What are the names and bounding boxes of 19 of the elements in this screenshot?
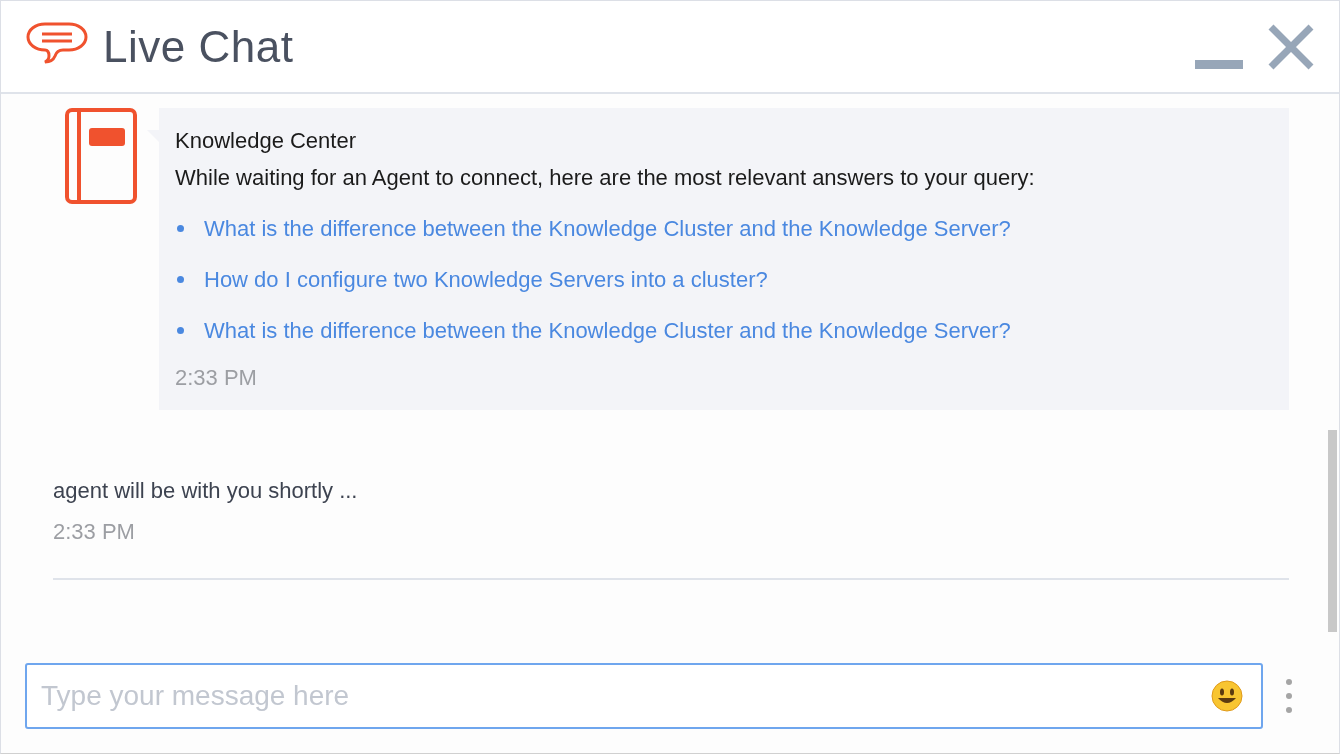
minimize-icon[interactable] [1195, 59, 1243, 70]
bullet-icon [177, 327, 184, 334]
scrollbar[interactable] [1328, 430, 1337, 632]
message-input[interactable]: Type your message here [25, 663, 1263, 729]
sender-name: Knowledge Center [175, 127, 357, 155]
timestamp: 2:33 PM [175, 364, 258, 392]
bullet-icon [177, 225, 184, 232]
answer-link[interactable]: What is the difference between the Knowledge Cluster and the Knowledge Server? [204, 212, 1011, 245]
book-icon [65, 108, 137, 204]
timestamp: 2:33 PM [53, 518, 136, 546]
message-text: agent will be with you shortly ... [53, 477, 359, 505]
message-text: While waiting for an Agent to connect, here are the most relevant answers to your query: [175, 164, 1036, 192]
answer-link[interactable]: How do I configure two Knowledge Servers into a cluster? [204, 263, 768, 296]
answer-link[interactable]: What is the difference between the Knowledge Cluster and the Knowledge Server? [204, 314, 1011, 347]
close-icon[interactable] [1267, 22, 1315, 71]
window-title: Live Chat [103, 20, 294, 73]
smiley-icon[interactable] [1211, 680, 1243, 712]
more-icon[interactable] [1285, 678, 1293, 714]
bullet-icon [177, 276, 184, 283]
